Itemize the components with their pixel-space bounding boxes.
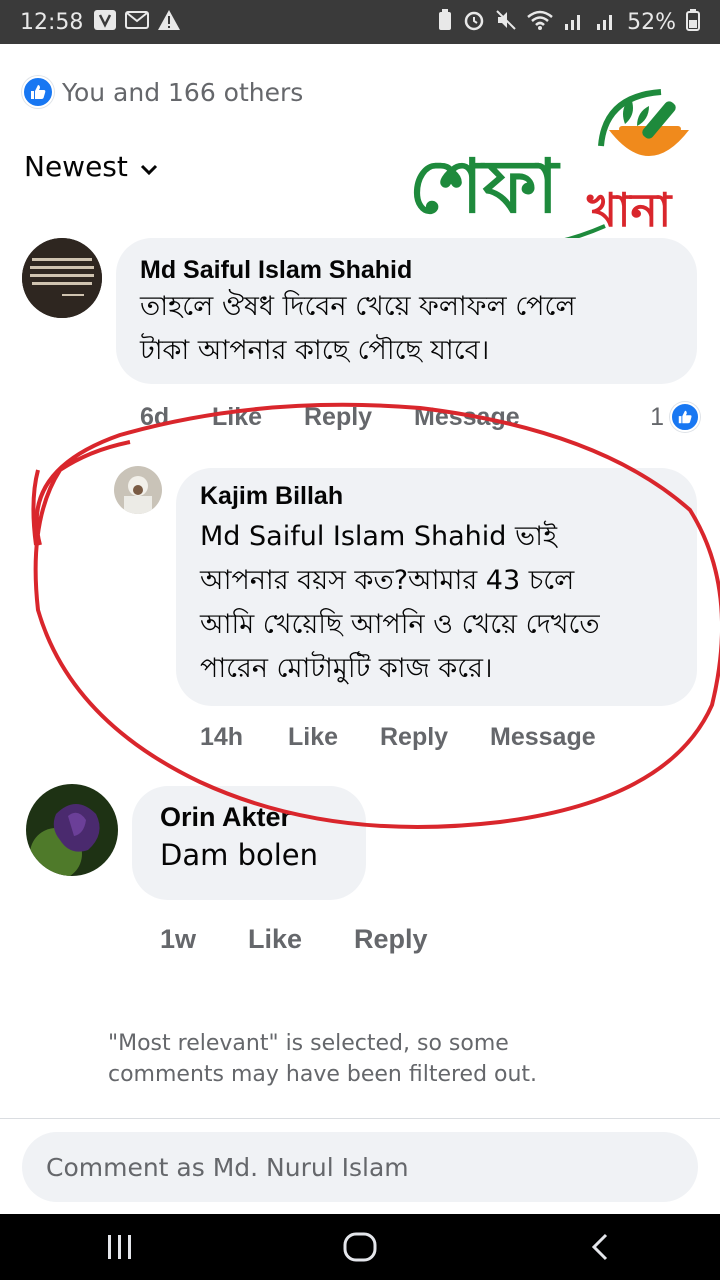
comment-author[interactable]: Orin Akter	[160, 802, 338, 833]
comment-text-line: পারেন মোটামুটি কাজ করে।	[200, 653, 493, 684]
signal-icon	[563, 9, 585, 36]
status-bar: 12:58 52%	[0, 0, 720, 44]
like-icon	[22, 76, 54, 108]
comment-actions: 1w Like Reply	[160, 922, 428, 956]
like-button[interactable]: Like	[248, 924, 354, 955]
chevron-down-icon	[140, 150, 158, 183]
alarm-icon	[463, 9, 485, 36]
avatar[interactable]	[22, 238, 102, 318]
navigation-bar	[0, 1214, 720, 1280]
comment-actions: 6d Like Reply Message 1	[140, 400, 700, 434]
comment-text-line: Md Saiful Islam Shahid ভাই	[200, 521, 557, 552]
reply-button[interactable]: Reply	[380, 723, 490, 752]
video-icon	[93, 9, 117, 36]
svg-text:শেফা: শেফা	[409, 144, 561, 230]
like-button[interactable]: Like	[212, 403, 304, 432]
comment-bubble[interactable]: Md Saiful Islam Shahid তাহলে ঔষধ দিবেন খ…	[116, 238, 697, 384]
gmail-icon	[125, 10, 150, 35]
avatar[interactable]	[26, 784, 118, 876]
comment-text-line: Dam bolen	[160, 838, 318, 872]
comment-actions: 14h Like Reply Message	[200, 720, 596, 754]
comment-input[interactable]	[22, 1132, 698, 1202]
reactions-summary[interactable]: You and 166 others	[22, 76, 303, 108]
reply-button[interactable]: Reply	[354, 924, 428, 955]
home-icon[interactable]	[320, 1214, 400, 1280]
warning-icon	[157, 9, 181, 36]
watermark-logo: শেফা খানা শারীরিক সমস্যার প্রাকৃতিক সমাধ…	[405, 86, 712, 258]
recents-icon[interactable]	[80, 1214, 160, 1280]
like-icon	[670, 402, 700, 432]
status-time: 12:58	[20, 9, 84, 35]
comment-author[interactable]: Kajim Billah	[200, 482, 673, 511]
signal-icon	[595, 9, 617, 36]
message-button[interactable]: Message	[414, 403, 520, 432]
battery-saver-icon	[437, 8, 453, 36]
avatar[interactable]	[114, 466, 162, 514]
comment-text-line: টাকা আপনার কাছে পৌছে যাবে।	[140, 335, 490, 366]
reply-button[interactable]: Reply	[304, 403, 414, 432]
comment-time: 1w	[160, 923, 197, 954]
comment-author[interactable]: Md Saiful Islam Shahid	[140, 256, 673, 285]
comment-time: 14h	[200, 722, 244, 751]
like-button[interactable]: Like	[288, 723, 380, 752]
filter-note: "Most relevant" is selected, so some com…	[108, 1031, 538, 1087]
mute-icon	[495, 9, 517, 36]
comment-bubble[interactable]: Orin Akter Dam bolen	[132, 786, 366, 900]
message-button[interactable]: Message	[490, 723, 596, 752]
battery-icon	[686, 8, 700, 36]
svg-text:খানা: খানা	[586, 183, 673, 237]
comment-text-line: তাহলে ঔষধ দিবেন খেয়ে ফলাফল পেলে	[140, 291, 576, 322]
comment-text-line: আপনার বয়স কত?আমার 43 চলে	[200, 565, 575, 596]
sort-dropdown[interactable]: Newest	[24, 150, 158, 183]
comment-text-line: আমি খেয়েছি আপনি ও খেয়ে দেখতে	[200, 609, 600, 640]
reactions-summary-text: You and 166 others	[62, 77, 304, 107]
back-icon[interactable]	[560, 1214, 640, 1280]
comment-bubble[interactable]: Kajim Billah Md Saiful Islam Shahid ভাই …	[176, 468, 697, 706]
comment-reaction-count[interactable]: 1	[650, 402, 700, 432]
comment-time: 6d	[140, 402, 170, 431]
wifi-icon	[527, 9, 553, 36]
divider	[0, 1118, 720, 1119]
sort-label: Newest	[24, 150, 128, 183]
battery-percent: 52%	[627, 9, 676, 35]
